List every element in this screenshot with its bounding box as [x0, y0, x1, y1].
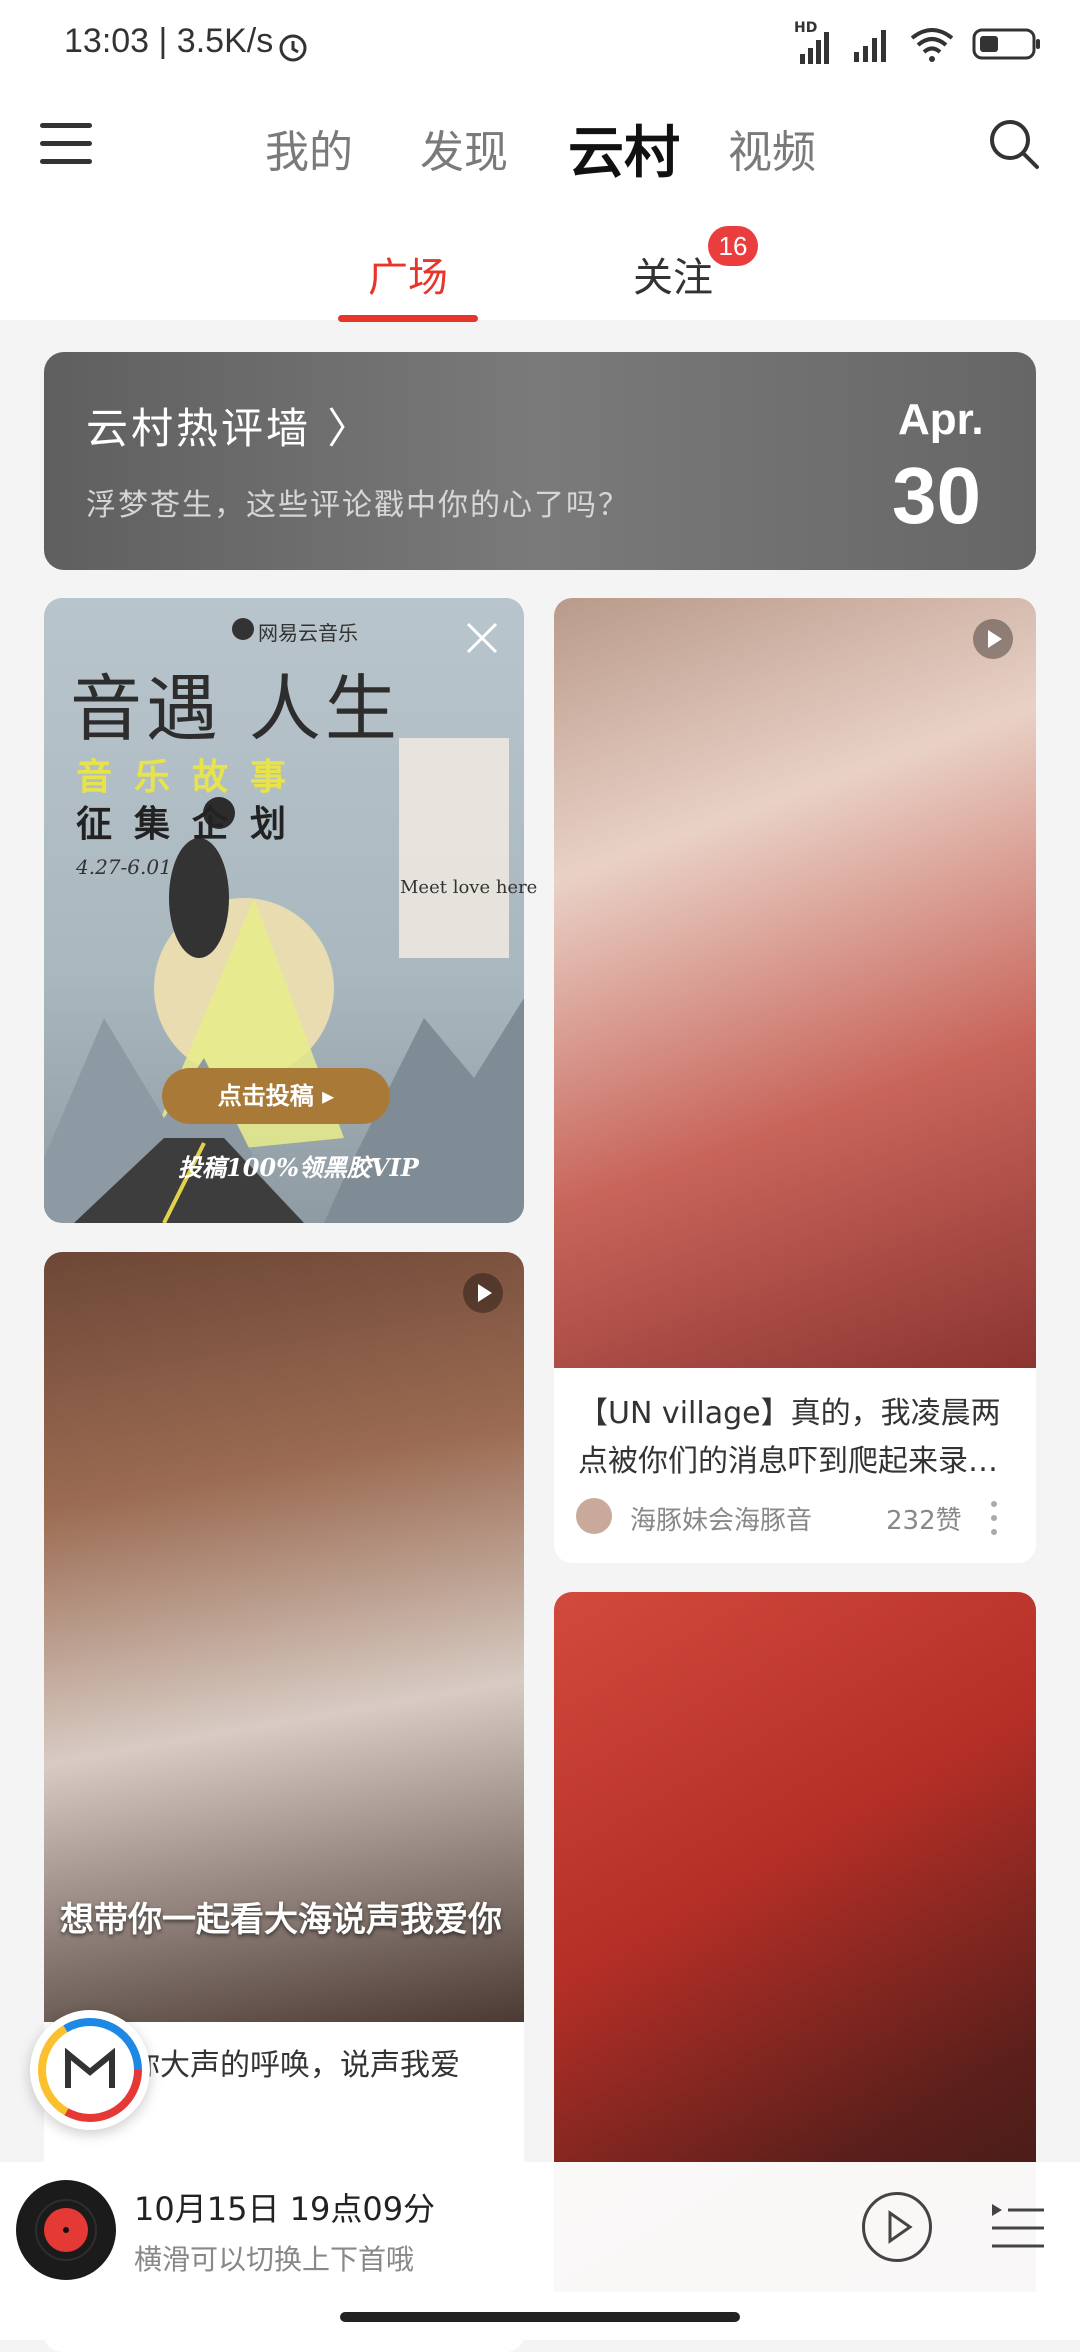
battery-icon: [972, 26, 1042, 66]
post-text: 你大声的呼唤，说声我爱: [130, 2048, 460, 2083]
alarm-icon: [276, 30, 310, 64]
video-caption: 想带你一起看大海说声我爱你: [60, 1900, 502, 1940]
player-subtitle: 横滑可以切换上下首哦: [134, 2243, 415, 2276]
video-play-icon: [972, 618, 1014, 660]
status-time: 13:03 | 3.5K/s: [64, 22, 274, 60]
promo-date: 4.27-6.01: [76, 855, 172, 879]
promo-meet-text: Meet love here: [400, 877, 538, 898]
promo-vip-text: 投稿100%领黑胶VIP: [178, 1153, 419, 1182]
wifi-icon: [910, 24, 954, 68]
promo-title: 音遇 人生: [70, 667, 401, 751]
post-text: 【UN village】真的，我凌晨两点被你们的消息吓到爬起来录…: [578, 1396, 1001, 1479]
playlist-icon[interactable]: [990, 2200, 1046, 2254]
home-indicator[interactable]: [340, 2312, 740, 2322]
tab-village[interactable]: 云村: [568, 108, 680, 189]
more-icon[interactable]: [990, 1498, 998, 1538]
play-button[interactable]: [862, 2192, 932, 2262]
submit-button[interactable]: 点击投稿 ▸: [162, 1068, 390, 1124]
follow-badge: 16: [708, 226, 758, 266]
banner-day: 30: [892, 451, 981, 540]
promo-subtitle-yellow: 音乐故事: [76, 757, 309, 798]
subtab-follow[interactable]: 关注: [633, 245, 713, 303]
tab-video[interactable]: 视频: [728, 116, 816, 180]
tab-discover[interactable]: 发现: [420, 116, 508, 180]
search-icon[interactable]: [988, 118, 1040, 170]
status-icons: HD: [794, 20, 1042, 68]
signal-icon: [852, 24, 892, 68]
tab-mine[interactable]: 我的: [265, 116, 353, 180]
subtab-underline: [338, 315, 478, 322]
promo-subtitle-black: 征集企划: [76, 804, 309, 845]
banner-subtitle: 浮梦苍生，这些评论戳中你的心了吗？: [86, 488, 630, 523]
like-count[interactable]: 232赞: [886, 1500, 962, 1537]
sub-tabs: [0, 220, 1080, 320]
promo-brand: 网易云音乐: [258, 621, 358, 645]
banner-title: 云村热评墙 〉: [86, 404, 373, 453]
close-icon[interactable]: [464, 620, 500, 656]
top-nav: [0, 90, 1080, 220]
netease-logo-icon: [232, 618, 254, 640]
post-video-thumbnail: [554, 598, 1036, 1368]
banner-month: Apr.: [898, 395, 984, 444]
post-author[interactable]: 海豚妹会海豚音: [630, 1500, 812, 1537]
player-title: 10月15日 19点09分: [134, 2190, 436, 2228]
menu-icon[interactable]: [40, 123, 92, 167]
avatar[interactable]: [576, 1498, 612, 1534]
signal-hd-icon: HD: [794, 20, 834, 66]
album-disc[interactable]: [16, 2180, 116, 2280]
subtab-square[interactable]: 广场: [368, 245, 448, 303]
hot-comments-banner[interactable]: [44, 352, 1036, 570]
video-play-icon: [462, 1272, 504, 1314]
floating-app-icon[interactable]: [30, 2010, 150, 2130]
